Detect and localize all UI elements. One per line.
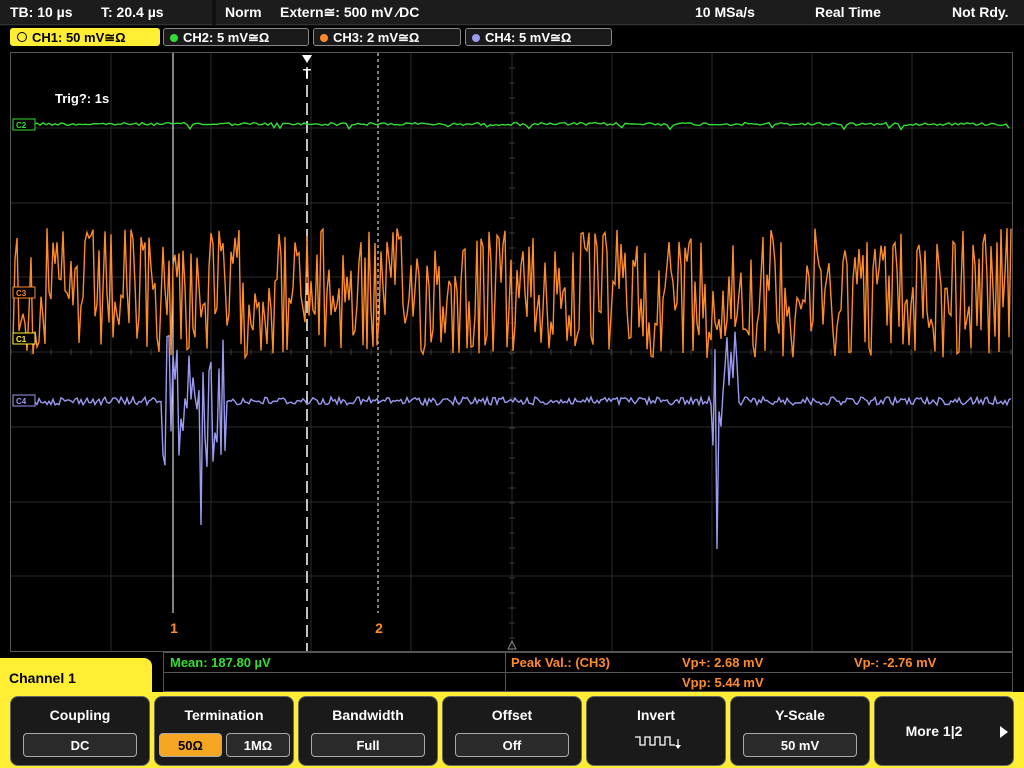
trigger-time-readout: T: 20.4 µs (101, 4, 164, 20)
tab-ch4[interactable]: CH4: 5 mV≅Ω (465, 28, 612, 46)
waveform-display[interactable]: T Trig?: 1s 1 2 C2 C3 C1 C4 (10, 52, 1013, 652)
offset-value[interactable]: Off (455, 733, 569, 757)
ch4-dot-icon (472, 34, 480, 42)
more-label: More 1|2 (905, 723, 963, 739)
waveform-canvas: T Trig?: 1s 1 2 C2 C3 C1 C4 (11, 53, 1012, 651)
measurement-divider-v (505, 653, 506, 691)
trigger-status-text: Trig?: 1s (55, 91, 109, 106)
vp-minus-readout: Vp-: -2.76 mV (854, 655, 937, 670)
offset-title: Offset (491, 707, 533, 723)
yscale-softkey[interactable]: Y-Scale 50 mV (730, 696, 870, 766)
ch1-dot-icon (17, 32, 27, 42)
trigger-mode: Norm (225, 4, 262, 20)
trigger-marker: T (303, 66, 311, 81)
invert-softkey[interactable]: Invert (586, 696, 726, 766)
cursor-2-label: 2 (375, 620, 383, 636)
vp-plus-readout: Vp+: 2.68 mV (682, 655, 764, 670)
sample-rate: 10 MSa/s (695, 4, 755, 20)
tab-ch4-label: CH4: 5 mV≅Ω (485, 30, 572, 45)
coupling-softkey[interactable]: Coupling DC (10, 696, 150, 766)
offset-softkey[interactable]: Offset Off (442, 696, 582, 766)
tab-ch1-label: CH1: 50 mV≅Ω (32, 30, 126, 45)
more-softkey[interactable]: More 1|2 (874, 696, 1014, 766)
yscale-title: Y-Scale (775, 707, 825, 723)
invert-waveform-icon (635, 736, 681, 749)
peak-value-label: Peak Val.: (CH3) (511, 655, 610, 670)
tab-ch2-label: CH2: 5 mV≅Ω (183, 30, 270, 45)
mean-readout: Mean: 187.80 µV (170, 655, 271, 670)
softkey-bar: Coupling DC Termination 50Ω 1MΩ Bandwidt… (0, 692, 1024, 768)
invert-title: Invert (636, 707, 676, 723)
cursor-1-label: 1 (170, 620, 178, 636)
ch3-dot-icon (320, 34, 328, 42)
next-page-icon (1000, 726, 1008, 738)
termination-softkey[interactable]: Termination 50Ω 1MΩ (154, 696, 294, 766)
measurement-panel: Mean: 187.80 µV Peak Val.: (CH3) Vp+: 2.… (163, 652, 1013, 692)
ch4-level-text: C4 (16, 397, 27, 406)
channel-tabs: CH1: 50 mV≅Ω CH2: 5 mV≅Ω CH3: 2 mV≅Ω CH4… (0, 28, 1024, 48)
tab-ch1[interactable]: CH1: 50 mV≅Ω (10, 28, 160, 46)
ch2-dot-icon (170, 34, 178, 42)
timebase-readout: TB: 10 µs (10, 4, 73, 20)
trigger-source: Extern≅: 500 mV ⁄DC (280, 4, 420, 20)
tab-ch2[interactable]: CH2: 5 mV≅Ω (163, 28, 309, 46)
status-bar: TB: 10 µs T: 20.4 µs Norm Extern≅: 500 m… (0, 0, 1024, 26)
vpp-readout: Vpp: 5.44 mV (682, 675, 764, 690)
measurement-divider (164, 672, 1012, 673)
bandwidth-title: Bandwidth (332, 707, 404, 723)
termination-50ohm[interactable]: 50Ω (159, 733, 222, 757)
termination-1mohm[interactable]: 1MΩ (226, 733, 290, 757)
tab-ch3-label: CH3: 2 mV≅Ω (333, 30, 420, 45)
acquisition-mode: Real Time (815, 4, 881, 20)
ch1-level-text: C1 (16, 335, 27, 344)
graticule (11, 53, 1012, 651)
coupling-value[interactable]: DC (23, 733, 137, 757)
tab-ch3[interactable]: CH3: 2 mV≅Ω (313, 28, 461, 46)
yscale-value[interactable]: 50 mV (743, 733, 857, 757)
ch3-level-text: C3 (16, 289, 27, 298)
menu-title-text: Channel 1 (9, 670, 76, 686)
acquisition-state: Not Rdy. (952, 4, 1009, 20)
bandwidth-softkey[interactable]: Bandwidth Full (298, 696, 438, 766)
ch2-level-text: C2 (16, 121, 27, 130)
coupling-title: Coupling (49, 707, 111, 723)
termination-title: Termination (184, 707, 264, 723)
bandwidth-value[interactable]: Full (311, 733, 425, 757)
